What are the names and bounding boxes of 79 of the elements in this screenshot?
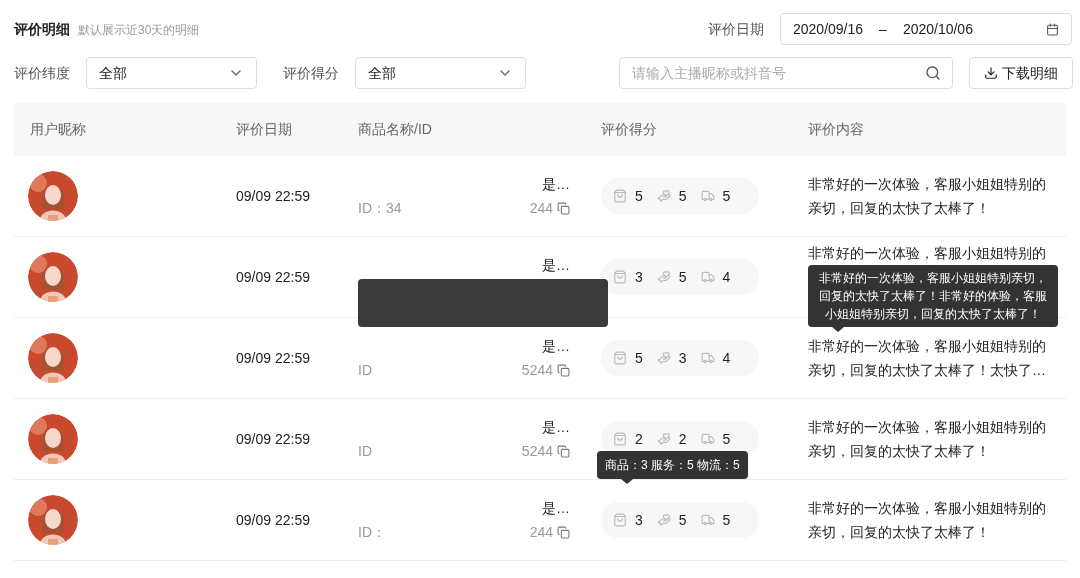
download-button[interactable]: 下载明细: [969, 57, 1073, 89]
score-value: 5: [635, 186, 643, 206]
comment-text: 非常好的一次体验，客服小姐姐特别的亲切，回复的太快了太棒了！: [808, 499, 1047, 542]
table-cell: 09/09 22:59: [236, 512, 310, 528]
score-value: 4: [722, 267, 731, 287]
product-id: 5244: [521, 442, 553, 461]
comment-text: 非常好的一次体验，客服小姐姐特别的亲切，回复的太快了太棒了！: [808, 418, 1047, 461]
date-label: 评价日期: [708, 19, 764, 39]
filter-dropdown[interactable]: 全部: [355, 57, 526, 89]
product-name: 是…: [542, 337, 570, 356]
score-value: 3: [635, 510, 643, 530]
comment-text: 非常好的一次体验，客服小姐姐特别的亲切，回复的太快了太棒了！: [808, 175, 1047, 218]
hand-icon: [656, 189, 671, 203]
tooltip-arrow: [832, 327, 844, 332]
comment-tooltip: 非常好的一次体验，客服小姐姐特别亲切，回复的太快了太棒了！非常好的体验，客服小姐姐特别亲切，回复的太快了太棒了！: [808, 265, 1058, 327]
search-field[interactable]: 请输入主播昵称或抖音号: [619, 57, 953, 89]
product-id: 5244: [521, 361, 553, 380]
score-value: 5: [678, 510, 687, 530]
calendar-icon: [1046, 22, 1059, 36]
score-value: 2: [635, 429, 643, 449]
product-id-label: ID: [358, 442, 372, 461]
comment-text: 非常好的一次体验，客服小姐姐特别的: [808, 244, 1047, 263]
product-id: 244: [529, 523, 553, 542]
product-id-label: ID: [358, 361, 372, 380]
table-cell: 09/09 22:59: [236, 188, 310, 204]
copy-icon[interactable]: [557, 202, 570, 215]
truck-icon: [700, 351, 715, 365]
bag-icon: [613, 270, 627, 284]
bag-icon: [613, 189, 627, 203]
table-cell: 09/09 22:59: [236, 431, 310, 447]
product-name: 是…: [542, 418, 570, 437]
copy-icon[interactable]: [557, 445, 570, 458]
table-cell: 09/09 22:59: [236, 350, 310, 366]
column-header: 评价内容: [808, 121, 864, 137]
hand-icon: [656, 351, 671, 365]
bag-icon: [613, 351, 627, 365]
copy-icon[interactable]: [557, 364, 570, 377]
copy-icon[interactable]: [557, 526, 570, 539]
truck-icon: [700, 189, 715, 203]
score-value: 5: [722, 186, 731, 206]
bag-icon: [613, 432, 627, 446]
score-value: 5: [722, 429, 731, 449]
product-id: 244: [529, 199, 553, 218]
score-value: 5: [678, 267, 687, 287]
truck-icon: [700, 270, 715, 284]
hand-icon: [656, 513, 671, 527]
score-value: 5: [635, 348, 643, 368]
score-value: 5: [722, 510, 731, 530]
column-header: 评价得分: [601, 121, 657, 137]
score-value: 3: [678, 348, 687, 368]
score-value: 4: [722, 348, 731, 368]
truck-icon: [700, 513, 715, 527]
download-icon: [984, 66, 998, 80]
column-header: 商品名称/ID: [358, 121, 432, 137]
score-value: 2: [678, 429, 687, 449]
score-value: 3: [635, 267, 643, 287]
filter-label: 评价得分: [283, 63, 339, 83]
product-id-label: ID：: [358, 523, 386, 542]
filter-dropdown[interactable]: 全部: [86, 57, 257, 89]
date-range-field[interactable]: 2020/09/16 – 2020/10/06: [780, 13, 1072, 45]
score-value: 5: [678, 186, 687, 206]
product-name: 是…: [542, 256, 570, 275]
bag-icon: [613, 513, 627, 527]
filter-label: 评价纬度: [14, 63, 70, 83]
section-title: 评价明细: [14, 19, 70, 39]
section-subtitle: 默认展示近30天的明细: [78, 21, 200, 39]
product-id-label: ID：34: [358, 199, 402, 218]
comment-text: 非常好的一次体验，客服小姐姐特别的亲切，回复的太快了太棒了！太快了…: [808, 337, 1047, 380]
product-name: 是…: [542, 499, 570, 518]
search-icon: [925, 65, 941, 81]
hand-icon: [656, 432, 671, 446]
table-cell: 09/09 22:59: [236, 269, 310, 285]
product-name: 是…: [542, 175, 570, 194]
hand-icon: [656, 270, 671, 284]
column-header: 用户昵称: [30, 121, 86, 137]
truck-icon: [700, 432, 715, 446]
tooltip-arrow: [621, 479, 633, 484]
column-header: 评价日期: [236, 121, 292, 137]
score-tooltip: 商品：3 服务：5 物流：5: [597, 451, 748, 479]
